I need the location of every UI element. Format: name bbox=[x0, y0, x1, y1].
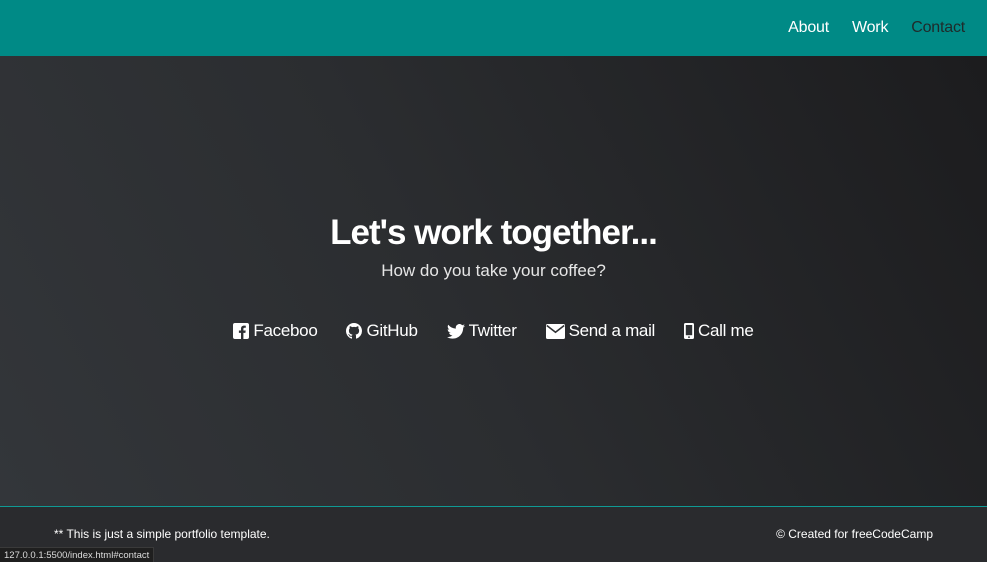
footer-credit: © Created for freeCodeCamp bbox=[776, 527, 933, 541]
navbar: About Work Contact bbox=[0, 0, 987, 56]
facebook-icon bbox=[233, 323, 250, 339]
call-me-link[interactable]: Call me bbox=[684, 321, 754, 341]
portfolio-page: About Work Contact Let's work together..… bbox=[0, 0, 987, 562]
github-link[interactable]: GitHub bbox=[346, 321, 418, 341]
twitter-icon bbox=[446, 323, 465, 339]
footer-note: ** This is just a simple portfolio templ… bbox=[54, 527, 270, 541]
facebook-link-label: Faceboo bbox=[253, 321, 318, 340]
contact-section: Let's work together... How do you take y… bbox=[0, 56, 987, 506]
envelope-icon bbox=[545, 323, 565, 339]
browser-status-bar: 127.0.0.1:5500/index.html#contact bbox=[0, 547, 155, 562]
github-icon bbox=[346, 323, 363, 339]
nav-link-about[interactable]: About bbox=[788, 19, 829, 37]
contact-heading: Let's work together... bbox=[330, 213, 658, 252]
send-mail-link[interactable]: Send a mail bbox=[545, 321, 656, 341]
facebook-link[interactable]: Faceboo bbox=[233, 321, 318, 341]
send-mail-link-label: Send a mail bbox=[568, 321, 656, 340]
twitter-link[interactable]: Twitter bbox=[446, 321, 517, 341]
nav-link-work[interactable]: Work bbox=[852, 19, 888, 37]
nav-link-contact[interactable]: Contact bbox=[911, 19, 965, 37]
github-link-label: GitHub bbox=[366, 321, 418, 340]
twitter-link-label: Twitter bbox=[468, 321, 517, 340]
mobile-phone-icon bbox=[684, 323, 695, 339]
contact-subheading: How do you take your coffee? bbox=[381, 261, 606, 280]
call-me-link-label: Call me bbox=[698, 321, 754, 340]
nav-links: About Work Contact bbox=[788, 0, 965, 56]
social-links: Faceboo GitHub Twitter Send a mail Call … bbox=[0, 321, 987, 341]
